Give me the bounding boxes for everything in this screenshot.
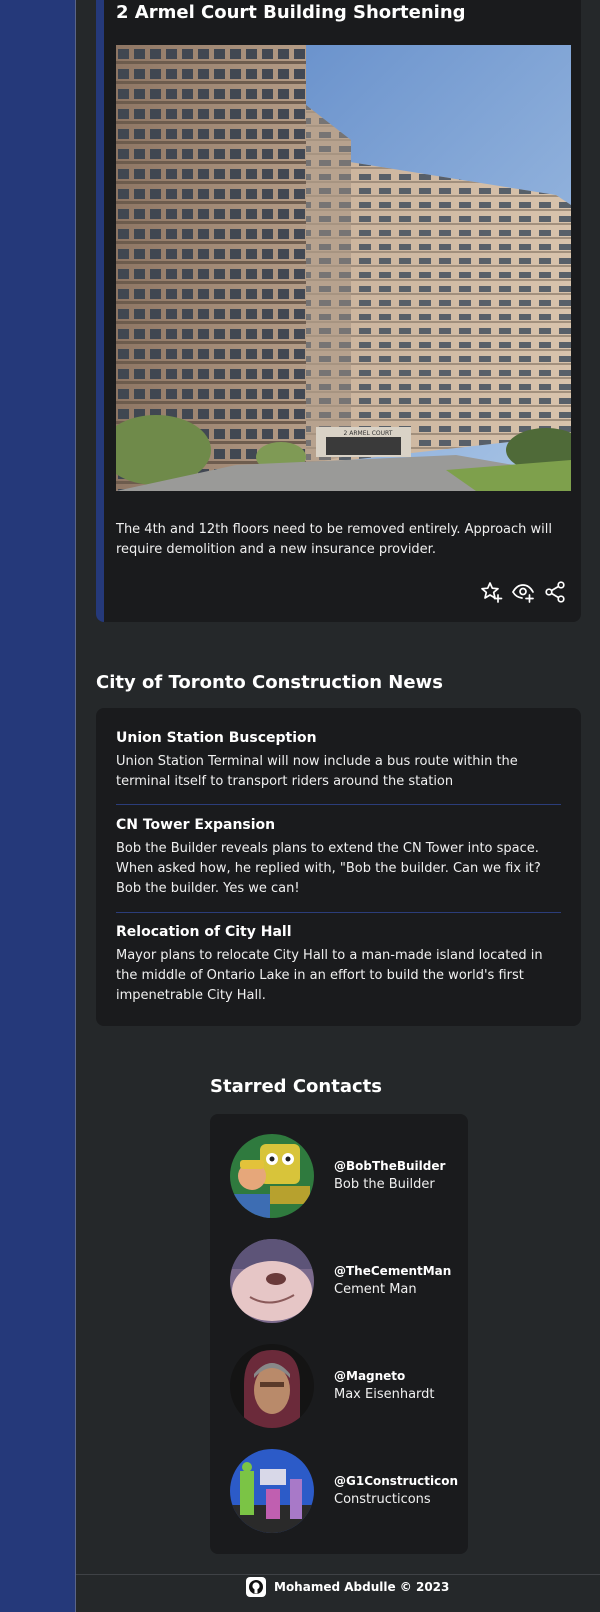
news-item: Union Station Busception Union Station T… (116, 728, 561, 792)
contacts-section-title: Starred Contacts (210, 1076, 382, 1097)
news-item: Relocation of City Hall Mayor plans to r… (116, 922, 561, 1006)
star-add-icon[interactable] (479, 580, 503, 604)
contact-name: Constructicons (334, 1492, 431, 1507)
building-sign: 2 ARMEL COURT (344, 430, 393, 437)
contact-name: Max Eisenhardt (334, 1387, 435, 1402)
news-text: Union Station Terminal will now include … (116, 754, 518, 789)
github-icon[interactable] (246, 1577, 266, 1597)
avatar (230, 1449, 314, 1533)
news-headline: Union Station Busception (116, 730, 317, 746)
avatar (230, 1239, 314, 1323)
contact-item[interactable]: @TheCementMan Cement Man (230, 1239, 460, 1323)
news-card: Union Station Busception Union Station T… (96, 708, 581, 1026)
watch-icon[interactable] (511, 580, 535, 604)
contact-text: @Magneto Max Eisenhardt (334, 1367, 435, 1405)
post-actions (479, 580, 567, 604)
contact-text: @TheCementMan Cement Man (334, 1262, 451, 1300)
share-icon[interactable] (543, 580, 567, 604)
contact-name: Cement Man (334, 1282, 417, 1297)
contact-handle: @G1Constructicon (334, 1474, 458, 1488)
post-card: 2 Armel Court Building Shortening 2 ARME… (96, 0, 581, 622)
contact-text: @BobTheBuilder Bob the Builder (334, 1157, 445, 1195)
contact-handle: @TheCementMan (334, 1264, 452, 1278)
contact-handle: @BobTheBuilder (334, 1159, 446, 1173)
news-headline: CN Tower Expansion (116, 817, 276, 833)
footer-text: Mohamed Abdulle © 2023 (274, 1580, 450, 1594)
news-text: Bob the Builder reveals plans to extend … (116, 841, 541, 896)
contact-item[interactable]: @Magneto Max Eisenhardt (230, 1344, 460, 1428)
post-title: 2 Armel Court Building Shortening (116, 2, 466, 23)
contact-item[interactable]: @BobTheBuilder Bob the Builder (230, 1134, 460, 1218)
news-text: Mayor plans to relocate City Hall to a m… (116, 948, 543, 1003)
contact-handle: @Magneto (334, 1369, 406, 1383)
contact-item[interactable]: @G1Constructicon Constructicons (230, 1449, 460, 1533)
news-divider (116, 804, 561, 805)
news-headline: Relocation of City Hall (116, 924, 292, 940)
footer: Mohamed Abdulle © 2023 (246, 1575, 449, 1599)
contact-text: @G1Constructicon Constructicons (334, 1472, 458, 1510)
avatar (230, 1344, 314, 1428)
post-body: The 4th and 12th floors need to be remov… (116, 522, 553, 557)
avatar (230, 1134, 314, 1218)
news-item: CN Tower Expansion Bob the Builder revea… (116, 815, 561, 899)
left-sidebar-rail (0, 0, 76, 1612)
post-photo: 2 ARMEL COURT (116, 45, 571, 491)
post-accent-bar (96, 0, 104, 622)
contacts-card: @BobTheBuilder Bob the Builder @TheCemen… (210, 1114, 468, 1554)
contact-name: Bob the Builder (334, 1177, 435, 1192)
building-photo: 2 ARMEL COURT (116, 45, 571, 491)
news-section-title: City of Toronto Construction News (96, 672, 443, 693)
news-divider (116, 912, 561, 913)
